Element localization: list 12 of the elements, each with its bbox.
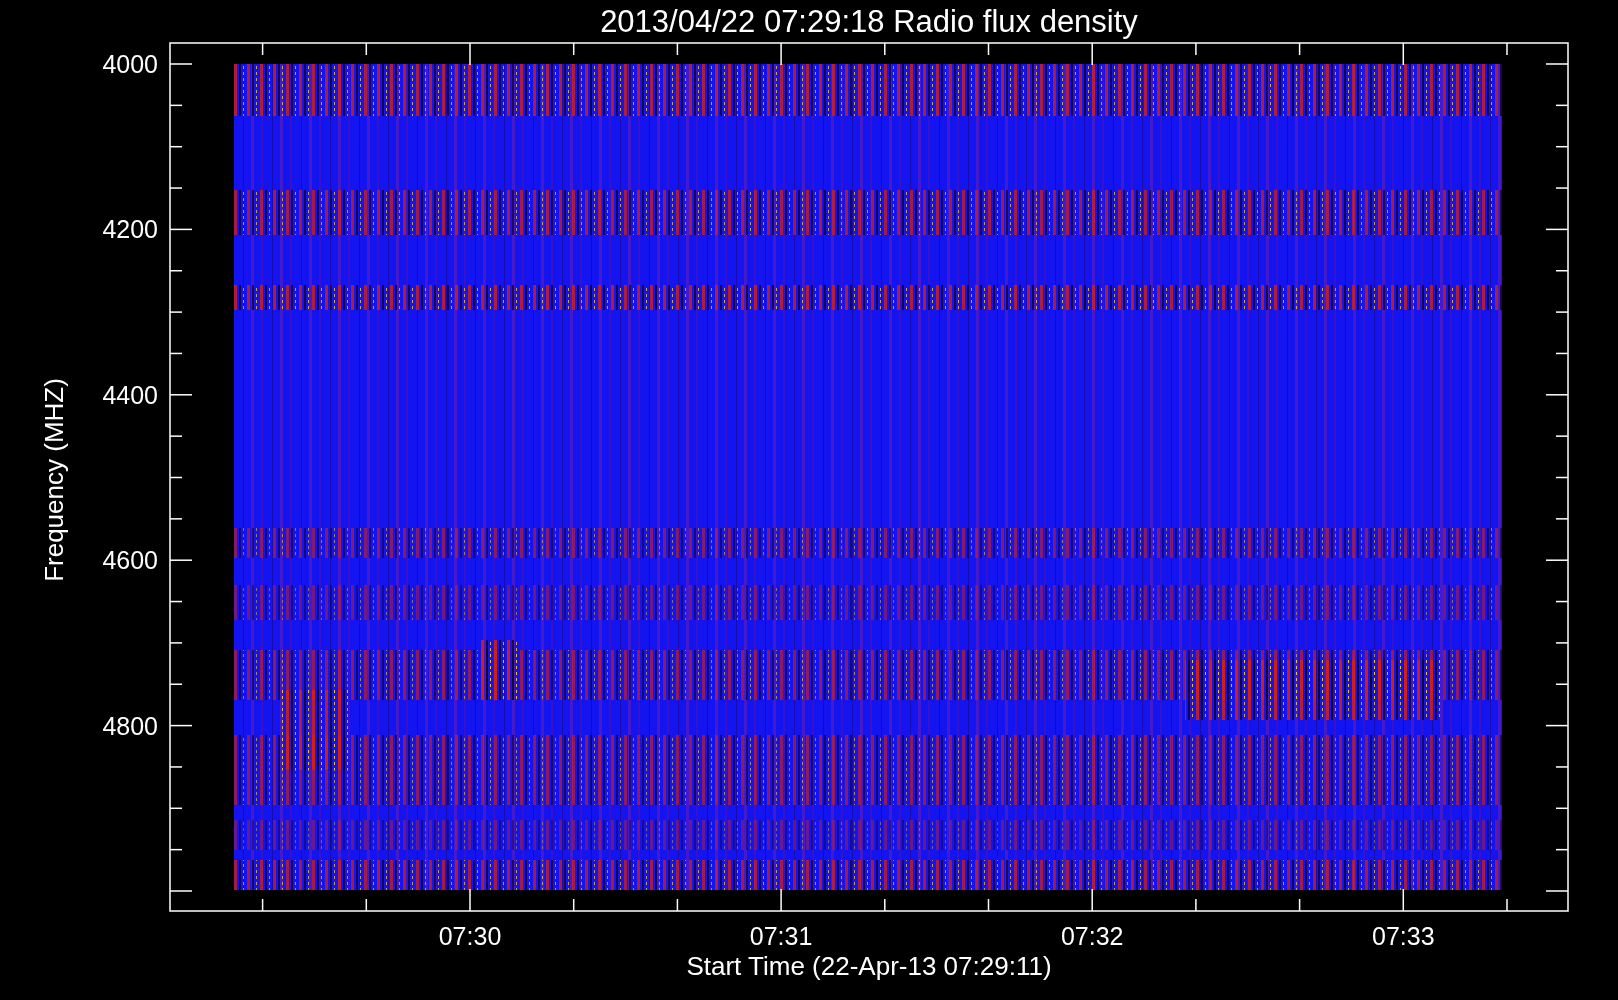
x-axis-title: Start Time (22-Apr-13 07:29:11) [686, 951, 1052, 981]
chart-title: 2013/04/22 07:29:18 Radio flux density [600, 4, 1138, 39]
y-tick-label: 4000 [102, 50, 158, 78]
x-tick-label: 07:32 [1060, 922, 1124, 950]
x-tick-label: 07:33 [1372, 922, 1435, 950]
y-tick-label: 4800 [102, 711, 158, 740]
y-tick-label: 4200 [102, 215, 158, 244]
y-tick-label: 4600 [102, 546, 158, 575]
x-tick-label: 07:31 [749, 922, 813, 950]
y-tick-label: 4400 [102, 380, 158, 409]
x-tick-label: 07:30 [438, 922, 502, 950]
y-axis-title: Frequency (MHZ) [39, 378, 69, 582]
